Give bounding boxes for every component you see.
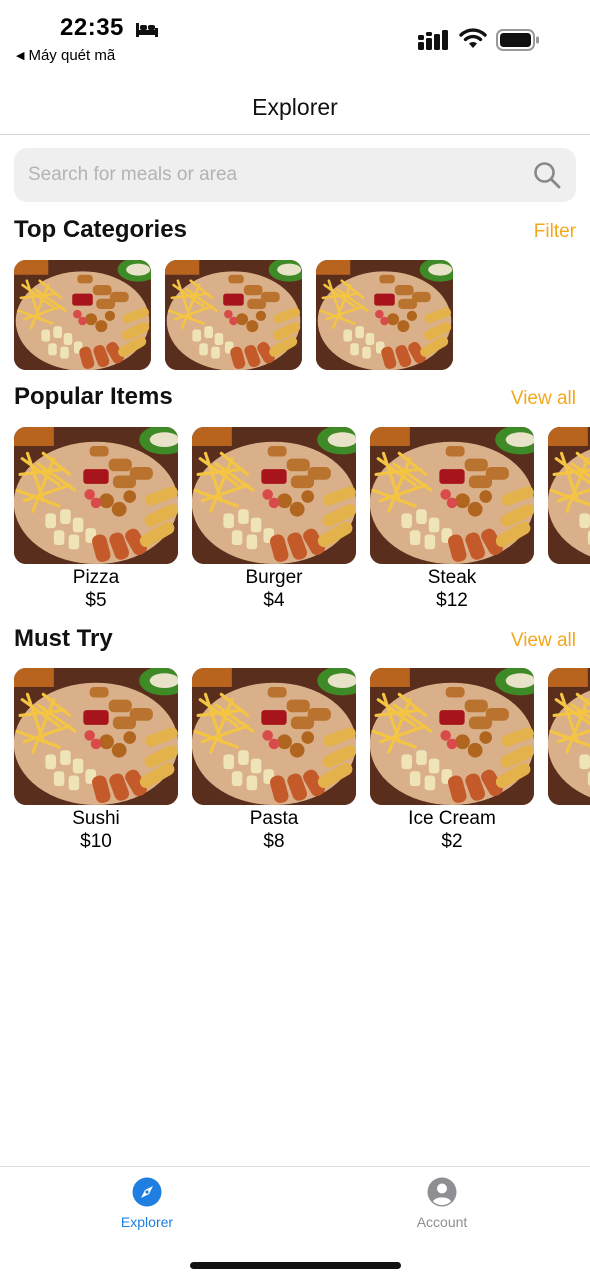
popular-view-all-button[interactable]: View all <box>511 388 576 410</box>
food-card[interactable]: Sushi $10 <box>14 668 178 854</box>
food-card[interactable]: Pasta $8 <box>192 668 356 854</box>
bed-icon <box>136 23 158 37</box>
food-card[interactable] <box>548 427 590 613</box>
wifi-icon <box>459 28 487 48</box>
filter-button[interactable]: Filter <box>534 221 576 243</box>
category-list <box>14 260 453 370</box>
food-price: $12 <box>436 590 468 611</box>
cellular-signal-icon <box>418 30 448 50</box>
food-price: $8 <box>263 831 285 852</box>
food-name: Steak <box>427 567 477 588</box>
must-try-list[interactable]: Sushi $10 Pasta $8 Ice Cream $2 <box>14 668 590 854</box>
food-card[interactable]: Steak $12 <box>370 427 534 613</box>
food-card[interactable]: Burger $4 <box>192 427 356 613</box>
food-name: Sushi <box>72 808 120 829</box>
search-bar[interactable] <box>14 148 576 202</box>
search-icon[interactable] <box>532 160 562 190</box>
tab-explorer[interactable]: Explorer <box>87 1177 207 1230</box>
back-app-label: Máy quét mã <box>28 47 116 64</box>
back-triangle-icon: ◀ <box>16 50 25 62</box>
food-image <box>192 427 356 564</box>
food-card[interactable] <box>548 668 590 854</box>
must-try-header: Must Try View all <box>14 625 576 653</box>
food-image <box>370 427 534 564</box>
search-input[interactable] <box>28 164 532 186</box>
top-categories-title: Top Categories <box>14 216 187 243</box>
food-image <box>14 427 178 564</box>
back-to-app-link[interactable]: ◀ Máy quét mã <box>16 47 115 64</box>
tab-explorer-label: Explorer <box>120 1214 174 1230</box>
food-name: Burger <box>245 567 303 588</box>
food-image <box>14 668 178 805</box>
category-image[interactable] <box>165 260 302 370</box>
food-price: $4 <box>263 590 285 611</box>
food-image <box>370 668 534 805</box>
food-name: Pizza <box>72 567 120 588</box>
food-price: $5 <box>85 590 107 611</box>
status-time: 22:35 <box>60 14 124 41</box>
popular-items-header: Popular Items View all <box>14 383 576 411</box>
battery-icon <box>496 29 539 51</box>
food-image <box>548 668 590 805</box>
food-name: Pasta <box>249 808 299 829</box>
category-image[interactable] <box>316 260 453 370</box>
tab-account[interactable]: Account <box>382 1177 502 1230</box>
tab-account-label: Account <box>416 1214 468 1230</box>
popular-items-list[interactable]: Pizza $5 Burger $4 Steak $12 <box>14 427 590 613</box>
page-title: Explorer <box>252 94 338 120</box>
food-price: $10 <box>80 831 112 852</box>
compass-icon <box>132 1177 162 1207</box>
food-image <box>192 668 356 805</box>
food-name: Ice Cream <box>408 808 496 829</box>
must-try-title: Must Try <box>14 625 113 652</box>
popular-items-title: Popular Items <box>14 383 173 410</box>
navigation-bar: Explorer <box>0 80 590 135</box>
account-icon <box>427 1177 457 1207</box>
food-image <box>548 427 590 564</box>
food-price: $2 <box>441 831 463 852</box>
home-indicator[interactable] <box>190 1262 401 1269</box>
food-card[interactable]: Pizza $5 <box>14 427 178 613</box>
food-card[interactable]: Ice Cream $2 <box>370 668 534 854</box>
must-try-view-all-button[interactable]: View all <box>511 630 576 652</box>
status-bar: 22:35 ◀ Máy quét mã <box>0 0 590 74</box>
category-image[interactable] <box>14 260 151 370</box>
top-categories-header: Top Categories Filter <box>14 216 576 244</box>
